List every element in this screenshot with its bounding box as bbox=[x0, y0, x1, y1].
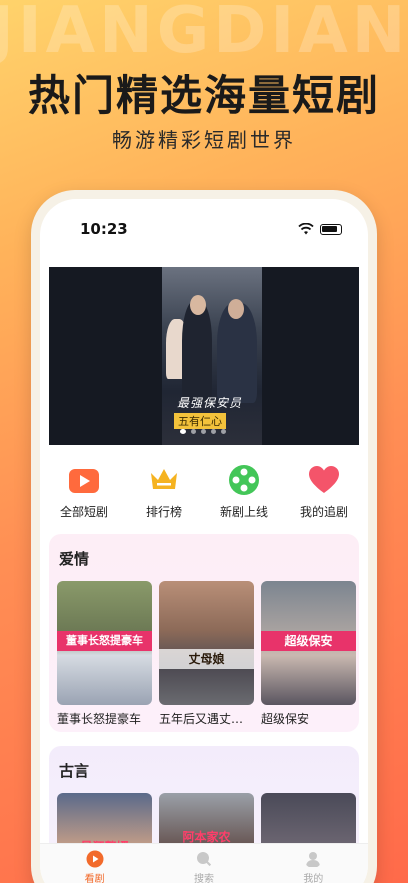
tab-bar: 看剧 搜索 我的 bbox=[40, 843, 368, 883]
drama-thumbnail: 丈母娘 bbox=[159, 581, 254, 705]
phone-screen: 10:23 最强保安员 五有仁心 全部短剧 排行榜 新剧上线 我的追剧 爱情 董… bbox=[40, 199, 368, 883]
tab-label: 看剧 bbox=[84, 874, 105, 883]
category-label: 全部短剧 bbox=[59, 505, 108, 519]
pagination-dot[interactable] bbox=[191, 429, 196, 434]
drama-card[interactable]: 董事长怒提豪车 董事长怒提豪车 bbox=[57, 581, 152, 727]
banner-subtitle: 五有仁心 bbox=[174, 413, 226, 429]
category-label: 我的追剧 bbox=[299, 505, 348, 519]
background-letters: JIANGDIAN bbox=[0, 0, 408, 68]
category-my-follows[interactable]: 我的追剧 bbox=[285, 463, 363, 520]
banner-figure bbox=[182, 301, 212, 401]
category-all-dramas[interactable]: 全部短剧 bbox=[45, 463, 123, 520]
battery-icon bbox=[320, 223, 342, 235]
play-icon bbox=[86, 850, 104, 868]
drama-title: 五年后又遇丈母娘 bbox=[159, 712, 254, 726]
subline: 畅游精彩短剧世界 bbox=[112, 128, 296, 152]
category-label: 新剧上线 bbox=[219, 505, 268, 519]
pagination-dot[interactable] bbox=[180, 429, 186, 434]
drama-title: 董事长怒提豪车 bbox=[57, 712, 142, 726]
section-title[interactable]: 爱情 bbox=[59, 548, 351, 569]
category-new-releases[interactable]: 新剧上线 bbox=[205, 463, 283, 520]
thumbnail-tag: 董事长怒提豪车 bbox=[57, 631, 152, 651]
drama-title: 超级保安 bbox=[261, 712, 310, 726]
tab-profile[interactable]: 我的 bbox=[278, 850, 348, 883]
pagination-dot[interactable] bbox=[211, 429, 216, 434]
drama-card[interactable]: 丈母娘 五年后又遇丈母娘 bbox=[159, 581, 254, 727]
category-ranking[interactable]: 排行榜 bbox=[125, 463, 203, 520]
pagination-dot[interactable] bbox=[201, 429, 206, 434]
tab-search[interactable]: 搜索 bbox=[169, 850, 239, 883]
film-reel-icon bbox=[229, 465, 259, 495]
status-icons bbox=[298, 223, 342, 235]
banner-pagination bbox=[180, 429, 226, 434]
tab-watch[interactable]: 看剧 bbox=[60, 850, 130, 883]
headline: 热门精选海量短剧 bbox=[27, 71, 380, 120]
banner-title: 最强保安员 bbox=[177, 396, 243, 410]
pagination-dot[interactable] bbox=[221, 429, 226, 434]
tab-label: 搜索 bbox=[193, 874, 214, 883]
section-romance: 爱情 董事长怒提豪车 董事长怒提豪车 丈母娘 五年后又遇丈母娘 超级保安 超级保… bbox=[49, 534, 359, 732]
status-bar: 10:23 bbox=[40, 199, 368, 251]
category-row: 全部短剧 排行榜 新剧上线 我的追剧 bbox=[40, 463, 368, 520]
thumbnail-tag: 丈母娘 bbox=[159, 649, 254, 669]
thumbnail-tag: 超级保安 bbox=[261, 631, 356, 651]
play-icon bbox=[69, 469, 99, 493]
tab-label: 我的 bbox=[303, 874, 324, 883]
search-icon bbox=[196, 852, 213, 868]
phone-frame: 10:23 最强保安员 五有仁心 全部短剧 排行榜 新剧上线 我的追剧 爱情 董… bbox=[31, 190, 377, 883]
category-label: 排行榜 bbox=[145, 505, 182, 519]
drama-thumbnail: 超级保安 bbox=[261, 581, 356, 705]
wifi-icon bbox=[298, 223, 314, 235]
banner-face bbox=[190, 295, 206, 315]
section-title[interactable]: 古言 bbox=[59, 760, 351, 781]
user-icon bbox=[306, 852, 321, 867]
featured-banner[interactable]: 最强保安员 五有仁心 bbox=[49, 267, 359, 445]
heart-icon bbox=[309, 466, 339, 493]
crown-icon bbox=[151, 469, 177, 489]
banner-face bbox=[228, 299, 244, 319]
drama-card-row: 董事长怒提豪车 董事长怒提豪车 丈母娘 五年后又遇丈母娘 超级保安 超级保安 bbox=[57, 581, 356, 727]
status-time: 10:23 bbox=[80, 220, 128, 238]
drama-thumbnail: 董事长怒提豪车 bbox=[57, 581, 152, 705]
drama-card[interactable]: 超级保安 超级保安 bbox=[261, 581, 356, 727]
